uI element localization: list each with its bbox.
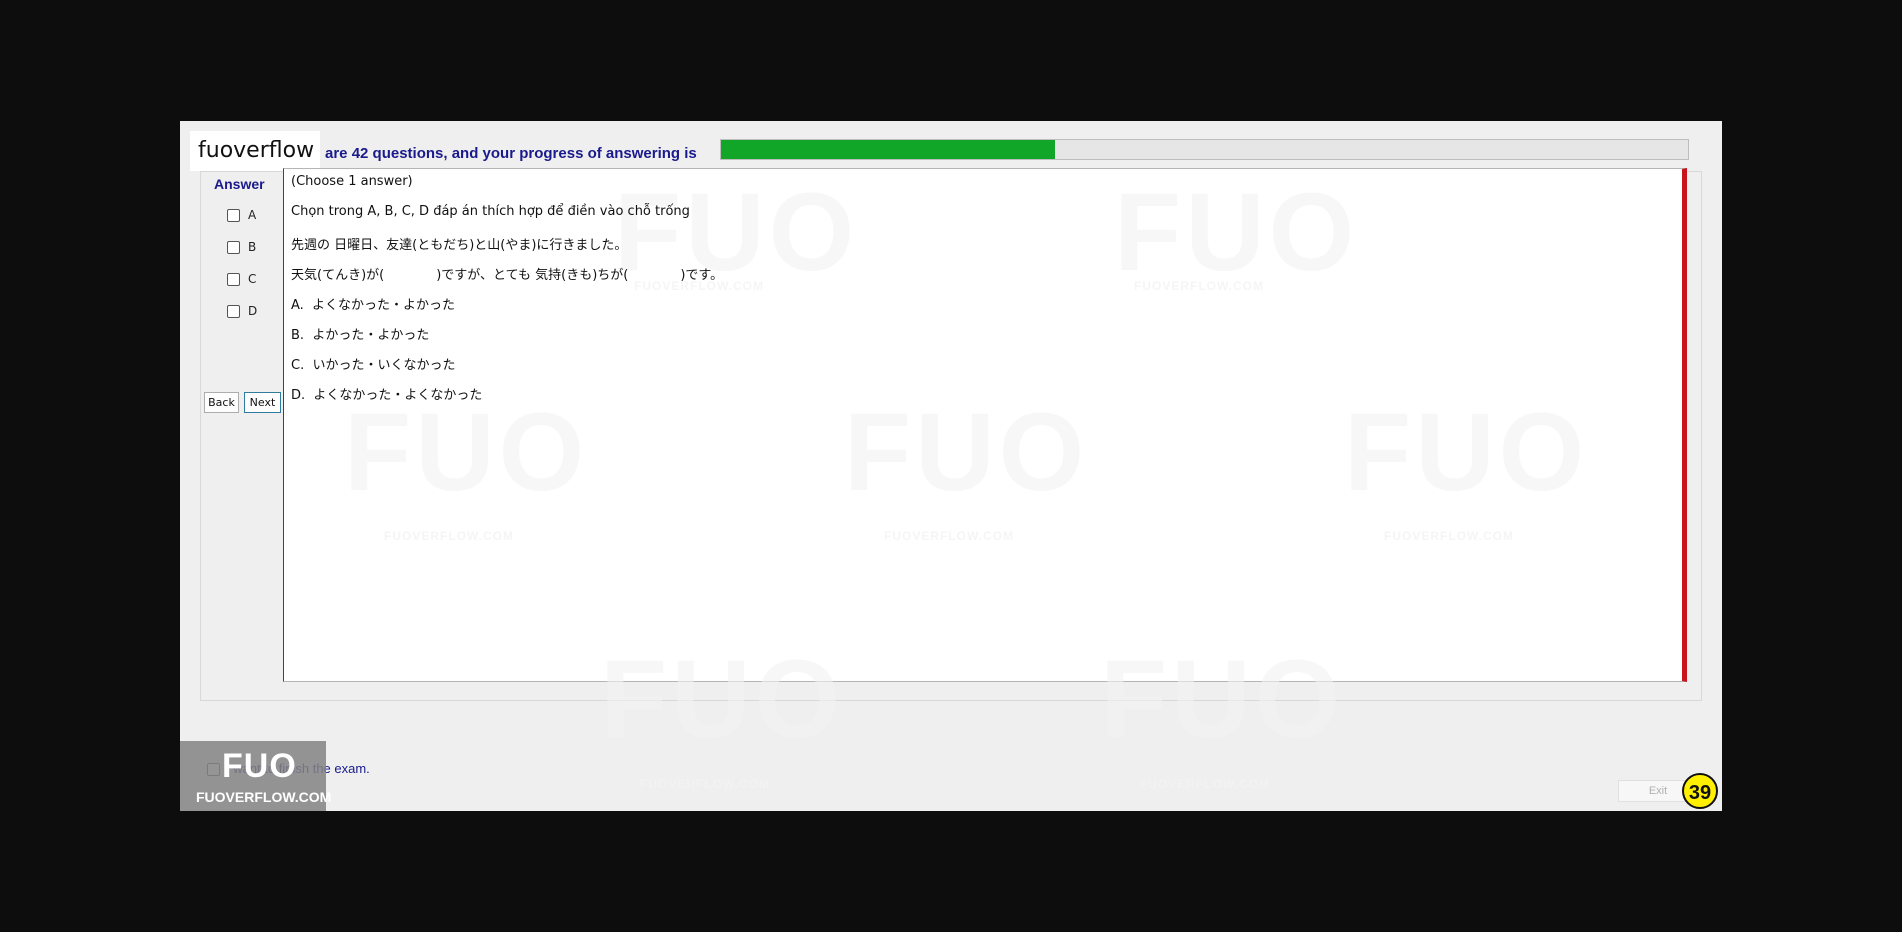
option-d-label: D — [248, 304, 258, 318]
question-instruction: (Choose 1 answer) — [291, 174, 413, 189]
option-b-checkbox[interactable] — [227, 241, 240, 254]
badge-site: FUOVERFLOW.COM — [196, 789, 332, 805]
exam-window: fuoverflow are 42 questions, and your pr… — [180, 121, 1722, 811]
option-c-checkbox[interactable] — [227, 273, 240, 286]
choice-b-text: B. よかった・よかった — [291, 328, 430, 343]
choice-a-text: A. よくなかった・よかった — [291, 298, 456, 313]
question-panel: FUO FUOVERFLOW.COM FUO FUOVERFLOW.COM FU… — [283, 168, 1687, 682]
watermark-site: FUOVERFLOW.COM — [640, 777, 770, 791]
question-sentence-2: 天気(てんき)が( )ですが、とても 気持(きも)ちが( )です。 — [291, 268, 724, 283]
progress-fill — [721, 140, 1055, 159]
watermark-site: FUOVERFLOW.COM — [1384, 529, 1514, 543]
option-a[interactable]: A — [227, 208, 256, 222]
watermark-logo: FUO — [600, 638, 845, 761]
progress-bar — [720, 139, 1689, 160]
option-c-label: C — [248, 272, 257, 286]
watermark-logo: FUO — [1100, 638, 1345, 761]
badge-logo: FUO — [222, 747, 297, 785]
option-a-checkbox[interactable] — [227, 209, 240, 222]
question-sentence-1: 先週の 日曜日、友達(ともだち)と山(やま)に行きました。 — [291, 238, 628, 253]
watermark-site: FUOVERFLOW.COM — [1134, 279, 1264, 293]
question-prompt: Chọn trong A, B, C, D đáp án thích hợp đ… — [291, 204, 690, 219]
choice-c-text: C. いかった・いくなかった — [291, 358, 456, 373]
option-a-label: A — [248, 208, 257, 222]
watermark-site: FUOVERFLOW.COM — [884, 529, 1014, 543]
watermark-logo: FUO — [1344, 391, 1589, 514]
choice-d-text: D. よくなかった・よくなかった — [291, 388, 483, 403]
back-button[interactable]: Back — [204, 392, 239, 413]
fuoverflow-badge: FUO FUOVERFLOW.COM — [180, 741, 331, 811]
watermark-site: FUOVERFLOW.COM — [384, 529, 514, 543]
watermark-logo: FUO — [1114, 171, 1359, 294]
progress-text: are 42 questions, and your progress of a… — [325, 145, 697, 162]
watermark-logo: FUO — [344, 391, 589, 514]
option-d-checkbox[interactable] — [227, 305, 240, 318]
timer-badge: 39 — [1682, 773, 1718, 809]
logo-text: fuoverflow — [190, 131, 320, 171]
answer-title: Answer — [214, 176, 265, 192]
watermark-site: FUOVERFLOW.COM — [1140, 777, 1270, 791]
option-d[interactable]: D — [227, 304, 257, 318]
watermark-logo: FUO — [844, 391, 1089, 514]
option-b-label: B — [248, 240, 257, 254]
option-b[interactable]: B — [227, 240, 256, 254]
next-button[interactable]: Next — [244, 392, 281, 413]
option-c[interactable]: C — [227, 272, 256, 286]
